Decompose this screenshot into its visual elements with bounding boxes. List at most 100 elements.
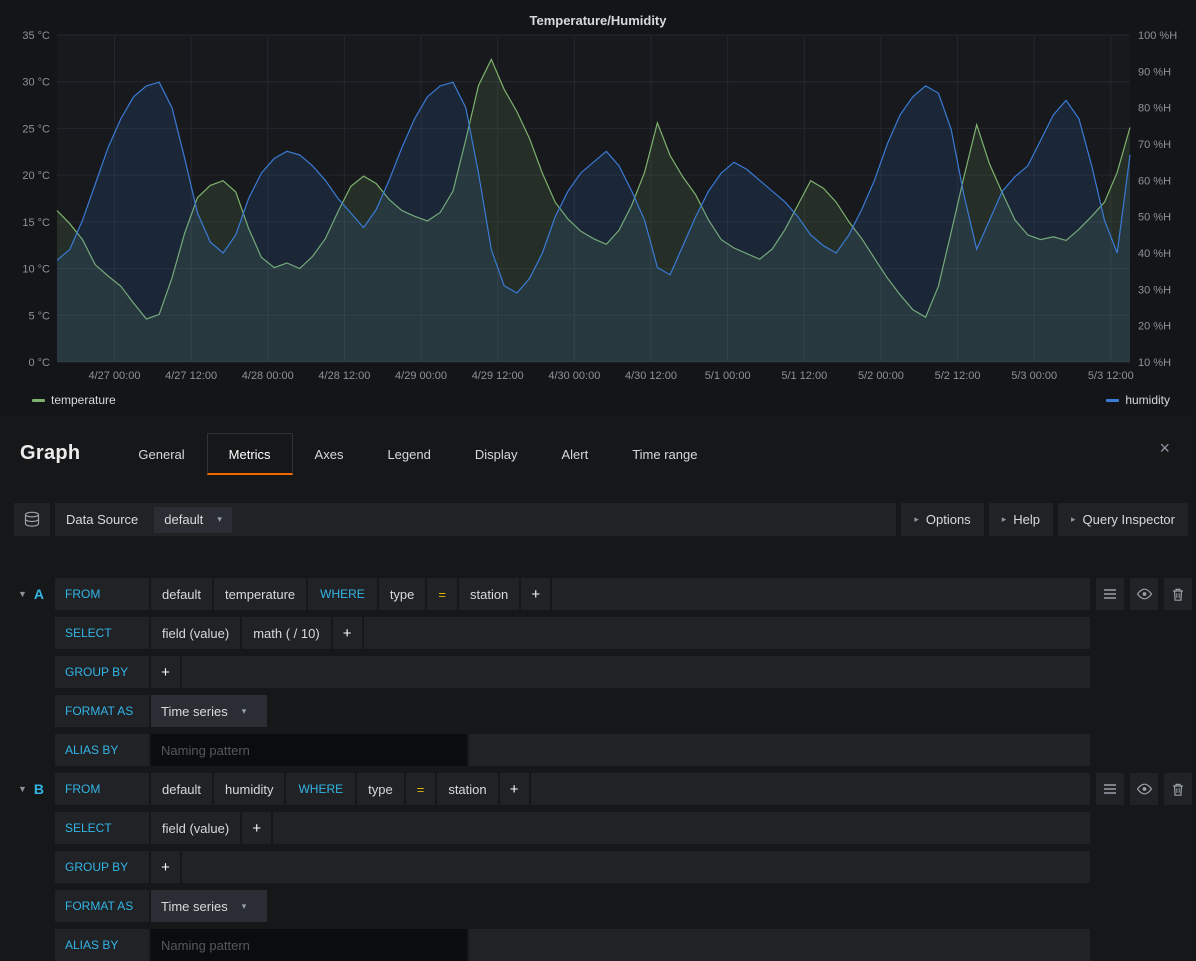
tab-general[interactable]: General (116, 433, 206, 475)
caret-right-icon: ▸ (1002, 514, 1007, 525)
svg-text:5/2 00:00: 5/2 00:00 (858, 370, 904, 382)
query-actions (1096, 773, 1192, 805)
query-list: ▼ A FROM default temperature WHERE type … (0, 578, 1196, 961)
caret-down-icon: ▾ (242, 706, 247, 717)
help-button[interactable]: ▸ Help (989, 503, 1053, 536)
group-by-keyword: GROUP BY (55, 851, 149, 883)
format-as-value: Time series (161, 704, 228, 719)
where-keyword: WHERE (286, 773, 355, 805)
query-a-group-by-row: GROUP BY + (14, 656, 1192, 688)
row-filler (364, 617, 1090, 649)
legend-label-temperature: temperature (51, 393, 116, 407)
query-inspector-button[interactable]: ▸ Query Inspector (1058, 503, 1188, 536)
tab-display[interactable]: Display (453, 433, 540, 475)
trash-icon (1171, 587, 1185, 602)
query-toolbar: Data Source default ▾ ▸ Options ▸ Help ▸… (14, 503, 1188, 536)
svg-text:15 °C: 15 °C (22, 217, 50, 229)
svg-text:4/30 12:00: 4/30 12:00 (625, 370, 677, 382)
from-measurement-part[interactable]: temperature (214, 578, 306, 610)
tab-legend[interactable]: Legend (365, 433, 452, 475)
options-button[interactable]: ▸ Options (901, 503, 983, 536)
where-operator-part[interactable]: = (406, 773, 436, 805)
delete-query-button[interactable] (1164, 773, 1192, 805)
from-datasource-part[interactable]: default (151, 578, 212, 610)
format-as-select[interactable]: Time series ▾ (151, 890, 267, 922)
where-tag-value-part[interactable]: station (437, 773, 497, 805)
row-filler (469, 734, 1090, 766)
add-where-condition-button[interactable]: + (521, 578, 550, 610)
query-a-alias-by-row: ALIAS BY (14, 734, 1192, 766)
svg-text:0 °C: 0 °C (28, 357, 50, 369)
alias-by-keyword: ALIAS BY (55, 929, 149, 961)
panel-type-title: Graph (20, 442, 80, 465)
from-keyword: FROM (55, 773, 149, 805)
datasource-select[interactable]: default ▾ (154, 507, 232, 533)
collapse-query-icon[interactable]: ▼ (18, 589, 27, 599)
datasource-value: default (164, 512, 203, 527)
tab-time-range[interactable]: Time range (610, 433, 719, 475)
caret-down-icon: ▾ (242, 901, 247, 912)
from-datasource-part[interactable]: default (151, 773, 212, 805)
svg-text:30 °C: 30 °C (22, 77, 50, 89)
tab-axes[interactable]: Axes (293, 433, 366, 475)
caret-down-icon: ▾ (217, 514, 222, 525)
query-b-alias-by-row: ALIAS BY (14, 929, 1192, 961)
delete-query-button[interactable] (1164, 578, 1192, 610)
add-group-by-button[interactable]: + (151, 851, 180, 883)
svg-text:4/29 00:00: 4/29 00:00 (395, 370, 447, 382)
svg-text:10 %H: 10 %H (1138, 357, 1171, 369)
collapse-query-icon[interactable]: ▼ (18, 784, 27, 794)
svg-text:25 °C: 25 °C (22, 123, 50, 135)
query-menu-button[interactable] (1096, 773, 1124, 805)
query-inspector-label: Query Inspector (1083, 512, 1176, 527)
legend-item-temperature[interactable]: temperature (32, 393, 116, 407)
caret-right-icon: ▸ (1071, 514, 1076, 525)
svg-text:60 %H: 60 %H (1138, 175, 1171, 187)
svg-text:5/3 00:00: 5/3 00:00 (1011, 370, 1057, 382)
eye-icon (1136, 782, 1153, 796)
alias-by-input[interactable] (151, 929, 467, 961)
alias-by-input[interactable] (151, 734, 467, 766)
where-tag-value-part[interactable]: station (459, 578, 519, 610)
toggle-query-visibility-button[interactable] (1130, 773, 1158, 805)
svg-text:30 %H: 30 %H (1138, 284, 1171, 296)
select-field-part[interactable]: field (value) (151, 812, 240, 844)
tab-metrics[interactable]: Metrics (207, 433, 293, 475)
add-select-part-button[interactable]: + (242, 812, 271, 844)
svg-text:50 %H: 50 %H (1138, 212, 1171, 224)
svg-text:Temperature/Humidity: Temperature/Humidity (529, 13, 667, 28)
add-group-by-button[interactable]: + (151, 656, 180, 688)
row-filler (182, 656, 1090, 688)
legend-label-humidity: humidity (1125, 393, 1170, 407)
svg-text:80 %H: 80 %H (1138, 103, 1171, 115)
where-tag-key-part[interactable]: type (357, 773, 404, 805)
svg-text:20 %H: 20 %H (1138, 321, 1171, 333)
tab-alert[interactable]: Alert (539, 433, 610, 475)
svg-text:4/27 00:00: 4/27 00:00 (88, 370, 140, 382)
svg-text:70 %H: 70 %H (1138, 139, 1171, 151)
add-where-condition-button[interactable]: + (500, 773, 529, 805)
svg-text:4/27 12:00: 4/27 12:00 (165, 370, 217, 382)
add-select-part-button[interactable]: + (333, 617, 362, 649)
select-field-part[interactable]: field (value) (151, 617, 240, 649)
format-as-keyword: FORMAT AS (55, 890, 149, 922)
close-panel-editor-icon[interactable]: × (1159, 439, 1170, 457)
row-filler (531, 773, 1090, 805)
toggle-query-visibility-button[interactable] (1130, 578, 1158, 610)
query-ref-letter[interactable]: B (34, 781, 44, 797)
query-b-select-row: SELECT field (value) + (14, 812, 1192, 844)
svg-text:5/1 12:00: 5/1 12:00 (781, 370, 827, 382)
where-tag-key-part[interactable]: type (379, 578, 426, 610)
select-keyword: SELECT (55, 617, 149, 649)
query-ref-letter[interactable]: A (34, 586, 44, 602)
panel-editor-header: Graph General Metrics Axes Legend Displa… (0, 431, 1196, 475)
format-as-select[interactable]: Time series ▾ (151, 695, 267, 727)
query-menu-button[interactable] (1096, 578, 1124, 610)
where-operator-part[interactable]: = (427, 578, 457, 610)
menu-icon (1103, 783, 1117, 795)
legend-item-humidity[interactable]: humidity (1106, 393, 1170, 407)
from-measurement-part[interactable]: humidity (214, 773, 284, 805)
svg-text:4/30 00:00: 4/30 00:00 (548, 370, 600, 382)
select-math-part[interactable]: math ( / 10) (242, 617, 330, 649)
database-icon (23, 511, 41, 528)
